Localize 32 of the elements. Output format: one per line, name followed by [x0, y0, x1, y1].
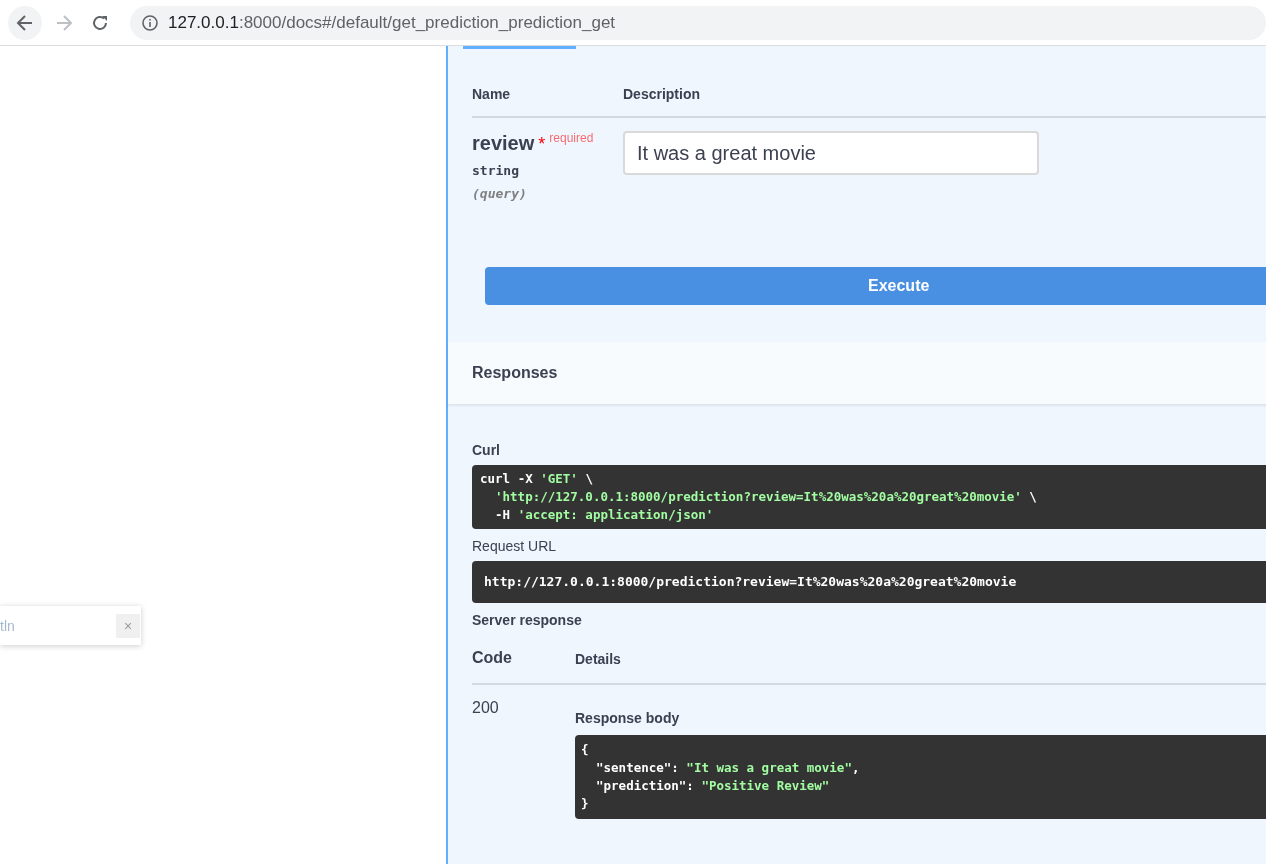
column-header: Details [575, 651, 621, 667]
column-header: Code [472, 649, 513, 667]
reload-icon [91, 13, 109, 32]
required-label: required [549, 131, 594, 145]
parameter-type: string [472, 163, 519, 178]
back-arrow-icon [16, 13, 34, 32]
info-icon [142, 14, 158, 31]
input-field[interactable]: It was a great movie [623, 131, 1039, 175]
status-code: 200 [472, 699, 500, 717]
request-url-label: Request URL [472, 538, 557, 554]
address-bar[interactable]: 127.0.0.1:8000/docs#/default/get_prediction_prediction_get [130, 5, 1266, 40]
parameter-name: review [472, 132, 535, 154]
forward-arrow-icon [55, 13, 73, 32]
popup-text: tln [0, 617, 15, 634]
response-body-label: Response body [575, 710, 680, 726]
server-response-label: Server response [472, 612, 582, 628]
back-button[interactable] [8, 5, 42, 40]
curl-label: Curl [472, 442, 500, 458]
code-line: 'http://127.0.0.1:8000/prediction?review=It%20was%20a%20great%20movie' \ [495, 488, 1037, 506]
column-header: Name [472, 86, 512, 102]
url-text: 127.0.0.1:8000/docs#/default/get_prediction_prediction_get [168, 12, 616, 33]
parameter-location: (query) [472, 186, 527, 201]
code-line: curl -X 'GET' \ [480, 470, 593, 488]
required-mark: * [538, 134, 546, 154]
url-block: http://127.0.0.1:8000/prediction?review=It%20was%20a%20great%20movie [472, 561, 1266, 603]
code-line: { [581, 741, 589, 759]
section-title: Responses [472, 364, 558, 382]
code-line: "prediction": "Positive Review" [596, 777, 830, 795]
code-line: } [581, 795, 589, 813]
code-line: "sentence": "It was a great movie", [596, 759, 860, 777]
column-header: Description [623, 86, 700, 102]
code-line: -H 'accept: application/json' [495, 506, 714, 524]
